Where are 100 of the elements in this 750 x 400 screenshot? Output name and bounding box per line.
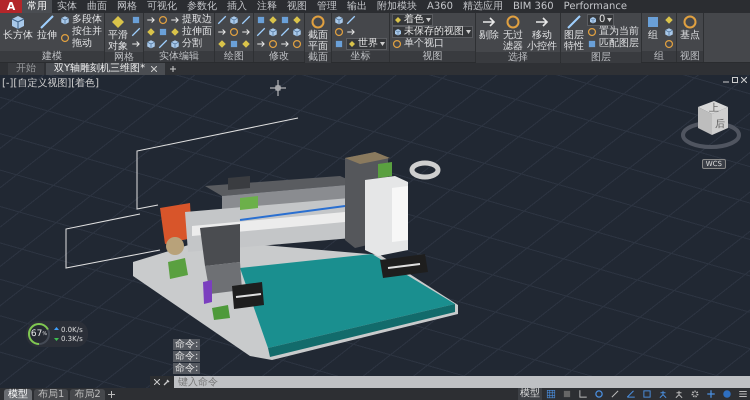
ribbon-button[interactable]: 置为当前	[587, 26, 639, 38]
ribbon-tab[interactable]: 常用	[22, 0, 52, 13]
cube-icon[interactable]	[146, 39, 156, 49]
circle-icon[interactable]	[268, 39, 278, 49]
angle-icon[interactable]	[578, 389, 588, 399]
circle-icon[interactable]	[229, 27, 239, 37]
ribbon-tab[interactable]: 输出	[342, 0, 372, 13]
arrow-icon[interactable]	[146, 15, 156, 25]
dropdown-field[interactable]: 着色	[392, 14, 433, 26]
gear-icon[interactable]	[690, 389, 700, 399]
line-icon[interactable]	[241, 15, 251, 25]
layout-tab[interactable]: 布局2	[70, 388, 105, 400]
ribbon-tab[interactable]: 附加模块	[372, 0, 422, 13]
ribbon-tab[interactable]: 实体	[52, 0, 82, 13]
ribbon-tab[interactable]: 插入	[222, 0, 252, 13]
square-icon[interactable]	[280, 15, 290, 25]
ribbon-button[interactable]: 移动 小控件	[526, 14, 558, 52]
line-icon[interactable]	[217, 15, 227, 25]
viewport-label[interactable]: [-][自定义视图][着色]	[2, 76, 100, 90]
ribbon-button[interactable]: 基点	[679, 14, 701, 41]
angle-icon[interactable]	[626, 389, 636, 399]
line-icon[interactable]	[131, 27, 141, 37]
line-icon[interactable]	[610, 389, 620, 399]
ribbon-tab[interactable]: 注释	[252, 0, 282, 13]
square-icon[interactable]	[334, 39, 344, 49]
menu-icon[interactable]	[738, 389, 748, 399]
arrow-icon[interactable]	[241, 27, 251, 37]
ribbon-button[interactable]: 组	[644, 14, 662, 41]
diamond-icon[interactable]	[268, 15, 278, 25]
ribbon-tab[interactable]: BIM 360	[508, 0, 559, 13]
cube-icon[interactable]	[268, 27, 278, 37]
ribbon-tab[interactable]: 视图	[282, 0, 312, 13]
dropdown-field[interactable]: 世界	[346, 38, 387, 50]
circle-icon[interactable]	[334, 27, 344, 37]
document-tab[interactable]: 双Y轴雕刻机三维图*	[46, 63, 166, 75]
ribbon-button[interactable]: 提取边	[170, 14, 212, 26]
cube-icon[interactable]	[292, 27, 302, 37]
restore-icon[interactable]	[732, 77, 738, 83]
ribbon-button[interactable]: 拉伸	[36, 14, 58, 41]
cube-icon[interactable]	[229, 15, 239, 25]
square-icon[interactable]	[642, 389, 652, 399]
dropdown-field[interactable]: 未保存的视图	[392, 26, 473, 38]
diamond-icon[interactable]	[146, 27, 156, 37]
model-space-button[interactable]: 模型	[518, 388, 542, 400]
circle-icon[interactable]	[292, 39, 302, 49]
layout-tab[interactable]: 布局1	[34, 388, 68, 400]
ribbon-tab[interactable]: 参数化	[182, 0, 222, 13]
arrow-icon[interactable]	[346, 27, 356, 37]
diamond-icon[interactable]	[664, 15, 674, 25]
ribbon-tab[interactable]: 曲面	[82, 0, 112, 13]
document-tab[interactable]: 开始	[8, 63, 44, 75]
plus-icon[interactable]	[106, 390, 116, 398]
grid-icon[interactable]	[546, 389, 556, 399]
ribbon-button[interactable]: 单个视口	[392, 38, 444, 50]
wrench-icon[interactable]	[163, 378, 170, 386]
ribbon-tab[interactable]: Performance	[558, 0, 632, 13]
close-icon[interactable]	[151, 66, 158, 72]
arrow-icon[interactable]	[256, 39, 266, 49]
close-icon[interactable]	[741, 77, 747, 83]
dropdown-field[interactable]: 0	[587, 14, 614, 26]
application-button[interactable]: A	[0, 0, 22, 13]
ribbon-tab[interactable]: 可视化	[142, 0, 182, 13]
layout-tab[interactable]: 模型	[4, 388, 32, 400]
plus-icon[interactable]	[706, 389, 716, 399]
ribbon-tab[interactable]: 管理	[312, 0, 342, 13]
ribbon-button[interactable]: 分割	[170, 38, 202, 50]
arrow-icon[interactable]	[217, 27, 227, 37]
close-icon[interactable]	[154, 379, 160, 385]
ribbon-button[interactable]: 匹配图层	[587, 38, 639, 50]
line-icon[interactable]	[256, 27, 266, 37]
view-cube[interactable]	[698, 101, 728, 135]
diamond-icon[interactable]	[292, 15, 302, 25]
ribbon-button[interactable]: 无过 滤器	[502, 14, 524, 52]
ribbon-tab[interactable]: 网格	[112, 0, 142, 13]
ribbon-button[interactable]: 剔除	[478, 14, 500, 41]
diamond-icon[interactable]	[217, 39, 227, 49]
square-icon[interactable]	[256, 15, 266, 25]
square-icon[interactable]	[158, 27, 168, 37]
diamond-icon[interactable]	[241, 39, 251, 49]
ribbon-tab[interactable]: A360	[422, 0, 458, 13]
line-icon[interactable]	[158, 39, 168, 49]
arrow-icon[interactable]	[131, 39, 141, 49]
line-icon[interactable]	[346, 15, 356, 25]
ribbon-tab[interactable]: 精选应用	[458, 0, 508, 13]
line-icon[interactable]	[280, 27, 290, 37]
command-input[interactable]: 键入命令	[174, 376, 750, 388]
arrow-icon[interactable]	[280, 39, 290, 49]
ribbon-button[interactable]: 拉伸面	[170, 26, 212, 38]
ribbon-button[interactable]: 平滑 对象	[107, 14, 129, 52]
ribbon-button[interactable]: 截面 平面	[307, 14, 329, 52]
circle-icon[interactable]	[664, 39, 674, 49]
ribbon-button[interactable]: 图层 特性	[563, 14, 585, 52]
ribbon-button[interactable]: 按住并 拖动	[60, 26, 102, 50]
cube-icon[interactable]	[664, 27, 674, 37]
ribbon-button[interactable]: 多段体	[60, 14, 102, 26]
circle-icon[interactable]	[158, 15, 168, 25]
square-icon[interactable]	[131, 15, 141, 25]
ribbon-button[interactable]: 长方体	[2, 14, 34, 41]
cube-icon[interactable]	[334, 15, 344, 25]
square-icon[interactable]	[229, 39, 239, 49]
